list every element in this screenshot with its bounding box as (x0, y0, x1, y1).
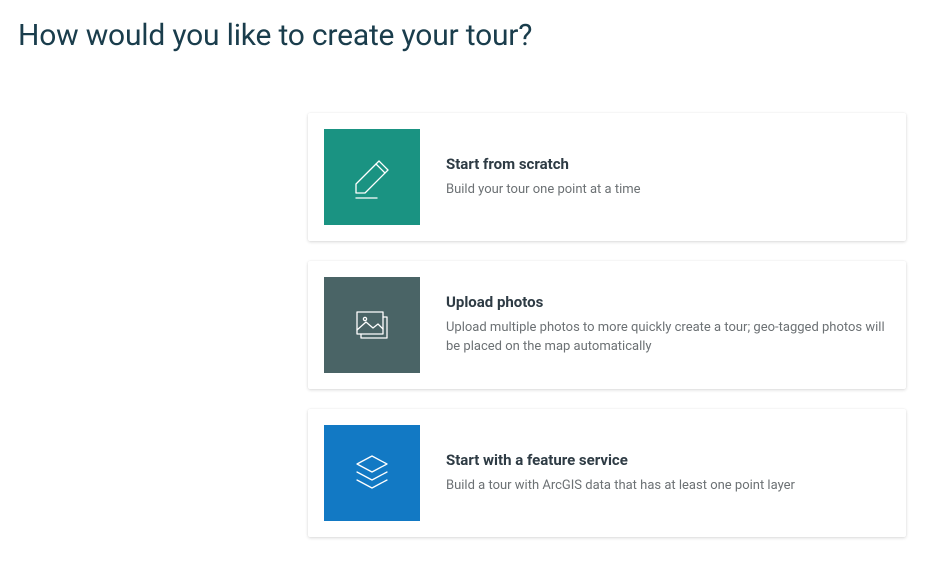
photo-stack-icon (324, 277, 420, 373)
pencil-icon (324, 129, 420, 225)
option-list: Start from scratch Build your tour one p… (308, 113, 906, 537)
option-title: Upload photos (446, 293, 890, 311)
option-feature-service[interactable]: Start with a feature service Build a tou… (308, 409, 906, 537)
option-title: Start from scratch (446, 155, 890, 173)
option-text: Upload photos Upload multiple photos to … (446, 293, 890, 357)
option-text: Start with a feature service Build a tou… (446, 451, 890, 496)
option-description: Build a tour with ArcGIS data that has a… (446, 477, 890, 496)
option-description: Build your tour one point at a time (446, 181, 890, 200)
option-upload-photos[interactable]: Upload photos Upload multiple photos to … (308, 261, 906, 389)
option-title: Start with a feature service (446, 451, 890, 469)
layers-icon (324, 425, 420, 521)
page-title: How would you like to create your tour? (18, 18, 925, 53)
option-text: Start from scratch Build your tour one p… (446, 155, 890, 200)
option-start-from-scratch[interactable]: Start from scratch Build your tour one p… (308, 113, 906, 241)
option-description: Upload multiple photos to more quickly c… (446, 319, 890, 357)
